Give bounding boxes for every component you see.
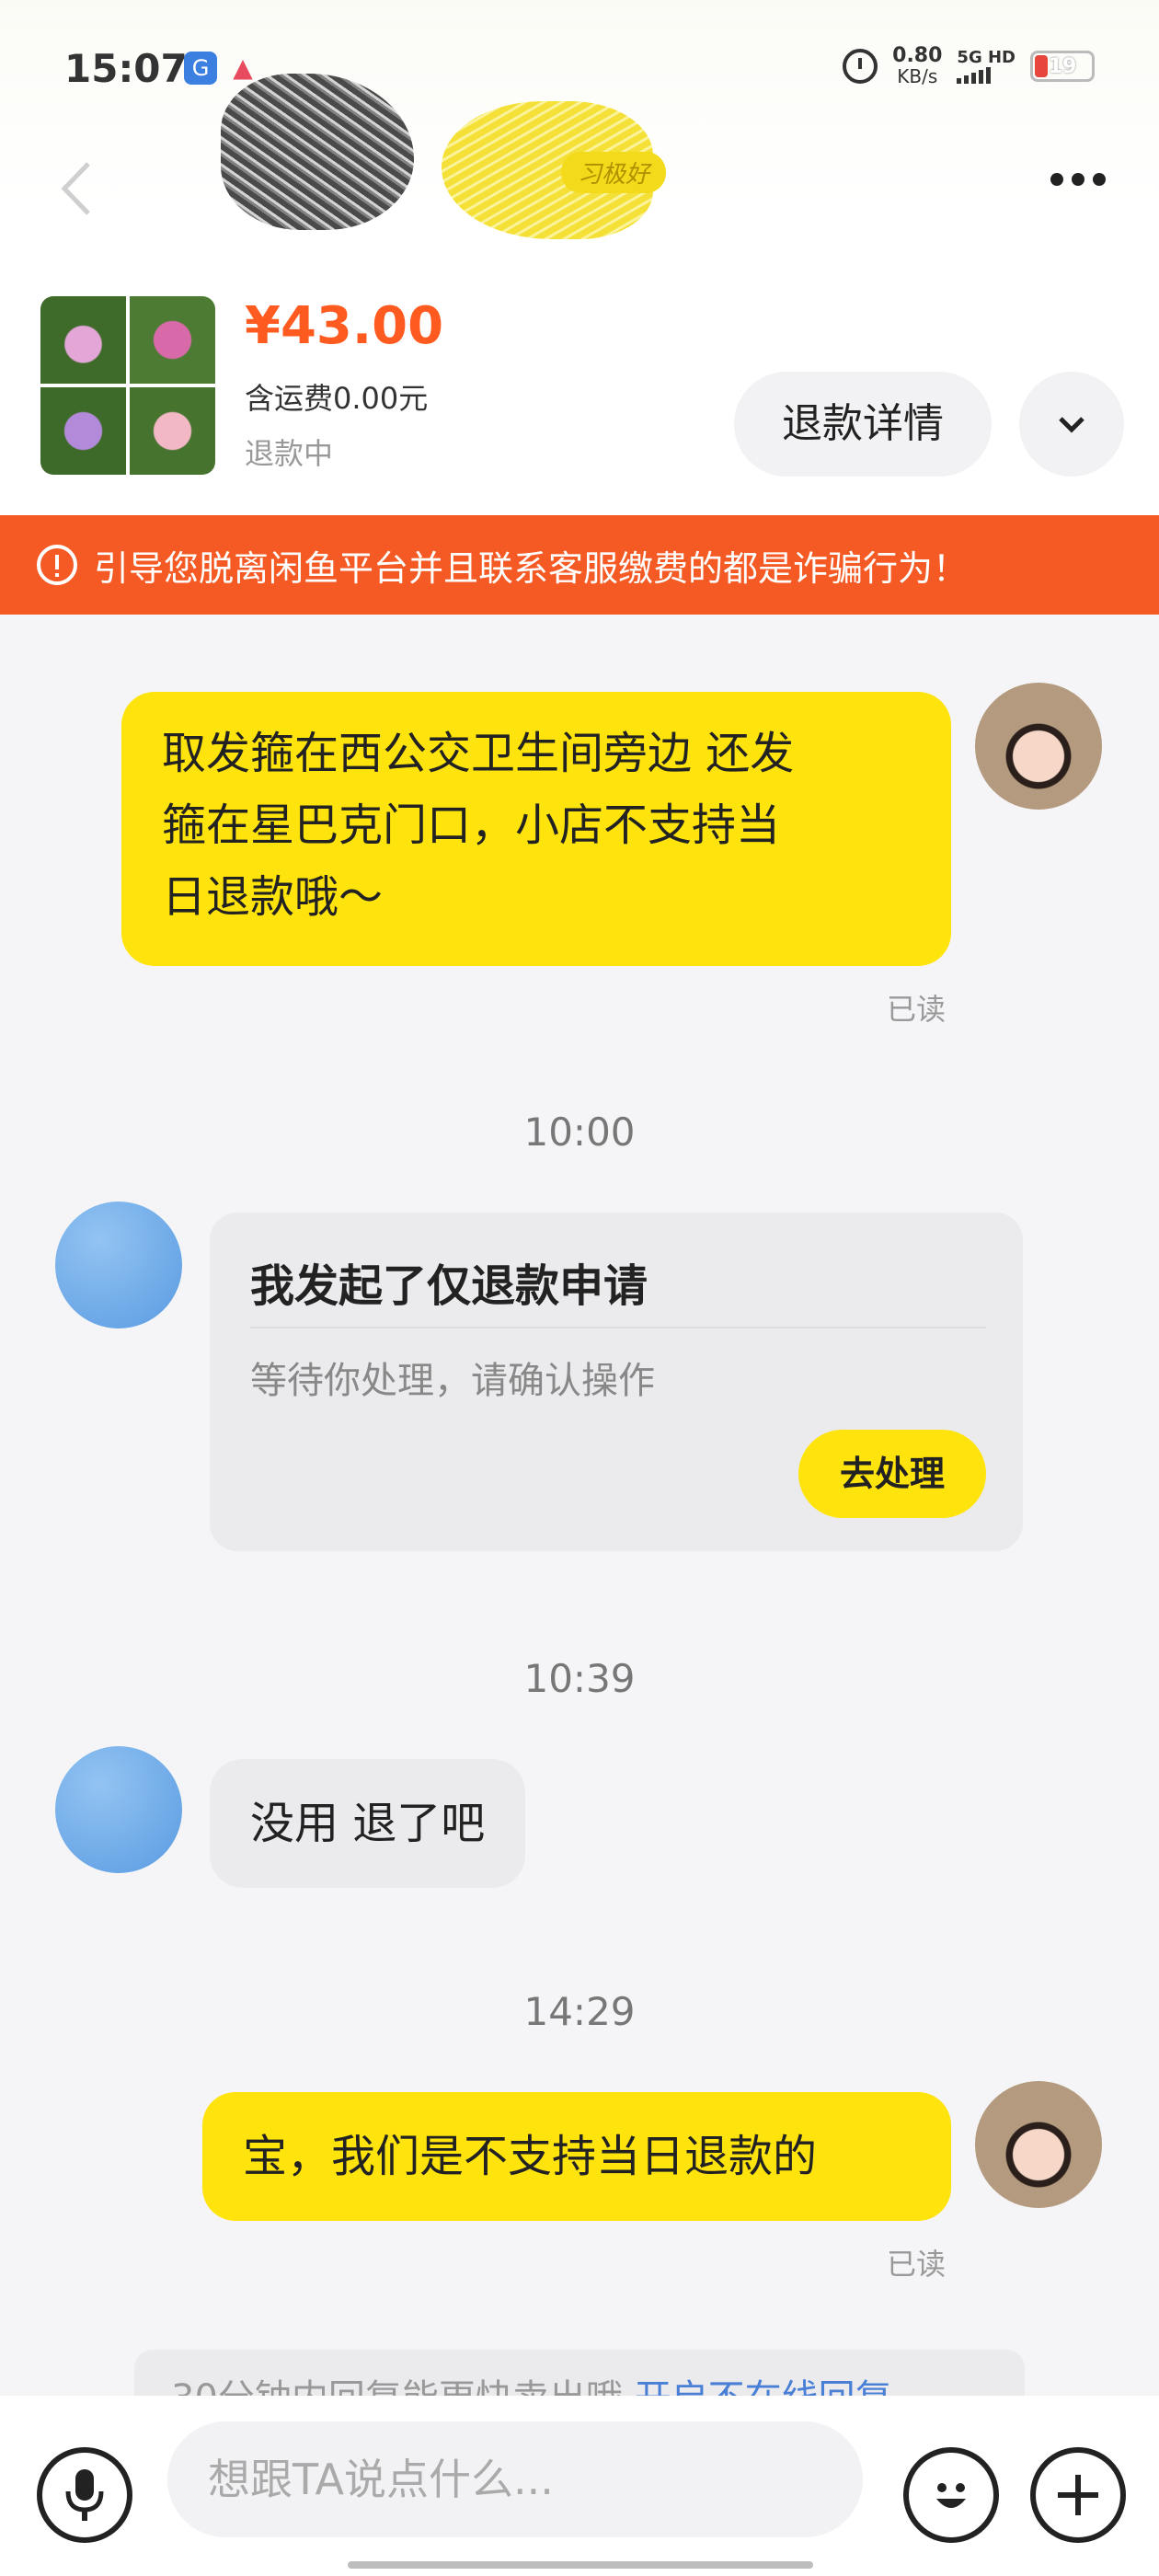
product-thumbnail[interactable]	[40, 296, 215, 475]
chevron-left-icon	[61, 162, 90, 215]
back-button[interactable]	[53, 156, 99, 221]
my-avatar[interactable]	[975, 683, 1102, 810]
emoji-button[interactable]	[903, 2447, 999, 2543]
my-message-bubble[interactable]: 宝，我们是不支持当日退款的	[202, 2092, 951, 2221]
thumb-image	[130, 296, 215, 384]
message-input[interactable]: 想跟TA说点什么...	[167, 2421, 863, 2537]
name-badge: 习极好	[561, 152, 667, 193]
battery-level: 19	[1048, 54, 1077, 78]
timestamp: 10:00	[523, 1110, 636, 1155]
more-actions-button[interactable]	[1030, 2447, 1126, 2543]
read-status: 已读	[887, 2247, 947, 2282]
divider	[250, 1327, 986, 1328]
plus-icon	[1058, 2475, 1098, 2515]
timestamp: 10:39	[523, 1656, 636, 1701]
message-line: 取发箍在西公交卫生间旁边 还发	[162, 728, 795, 779]
message-line: 日退款哦～	[162, 871, 384, 923]
fraud-warning-banner: 引导您脱离闲鱼平台并且联系客服缴费的都是诈骗行为！	[0, 515, 1159, 615]
signal-bars-icon	[957, 67, 1016, 84]
microphone-icon	[65, 2469, 104, 2521]
net-speed: 0.80 KB/s	[892, 44, 943, 87]
chat-partner-name: 习极好	[156, 64, 671, 285]
emoji-icon	[936, 2483, 966, 2508]
voice-button[interactable]	[37, 2447, 132, 2543]
chevron-down-icon	[1059, 417, 1084, 433]
product-price: ¥43.00	[245, 296, 444, 356]
thumb-image	[40, 387, 126, 475]
status-right: 0.80 KB/s 5G HD 19	[843, 46, 1095, 86]
partner-avatar[interactable]	[55, 1746, 182, 1873]
card-subtitle: 等待你处理，请确认操作	[250, 1360, 655, 1402]
handle-button[interactable]: 去处理	[798, 1430, 986, 1518]
dot-icon	[1050, 173, 1063, 186]
read-status: 已读	[887, 992, 947, 1027]
input-bar: 想跟TA说点什么...	[0, 2396, 1159, 2576]
alarm-icon	[843, 49, 878, 84]
thumb-image	[130, 387, 215, 475]
signal-label: 5G HD	[957, 48, 1016, 67]
dot-icon	[1072, 173, 1084, 186]
warning-icon	[37, 545, 77, 585]
my-message-bubble[interactable]: 取发箍在西公交卫生间旁边 还发 箍在星巴克门口，小店不支持当 日退款哦～	[121, 692, 951, 966]
redaction-scribble	[221, 74, 414, 230]
timestamp: 14:29	[523, 1989, 636, 2034]
dot-icon	[1093, 173, 1106, 186]
shipping-info: 含运费0.00元	[245, 381, 429, 416]
refund-request-card: 我发起了仅退款申请 等待你处理，请确认操作 去处理	[210, 1213, 1023, 1551]
card-title: 我发起了仅退款申请	[250, 1260, 648, 1312]
warning-text: 引导您脱离闲鱼平台并且联系客服缴费的都是诈骗行为！	[94, 547, 969, 589]
message-line: 箍在星巴克门口，小店不支持当	[162, 799, 781, 851]
more-options-button[interactable]	[1050, 173, 1106, 186]
net-speed-unit: KB/s	[897, 65, 938, 87]
my-avatar[interactable]	[975, 2081, 1102, 2208]
signal-indicator: 5G HD	[957, 49, 1016, 84]
net-speed-value: 0.80	[892, 44, 943, 67]
order-status: 退款中	[245, 436, 334, 471]
partner-avatar[interactable]	[55, 1202, 182, 1328]
partner-message-bubble[interactable]: 没用 退了吧	[210, 1759, 526, 1888]
refund-details-button[interactable]: 退款详情	[734, 372, 992, 477]
thumb-image	[40, 296, 126, 384]
home-indicator[interactable]	[348, 2561, 813, 2569]
battery-icon: 19	[1030, 51, 1095, 82]
expand-button[interactable]	[1019, 372, 1124, 477]
